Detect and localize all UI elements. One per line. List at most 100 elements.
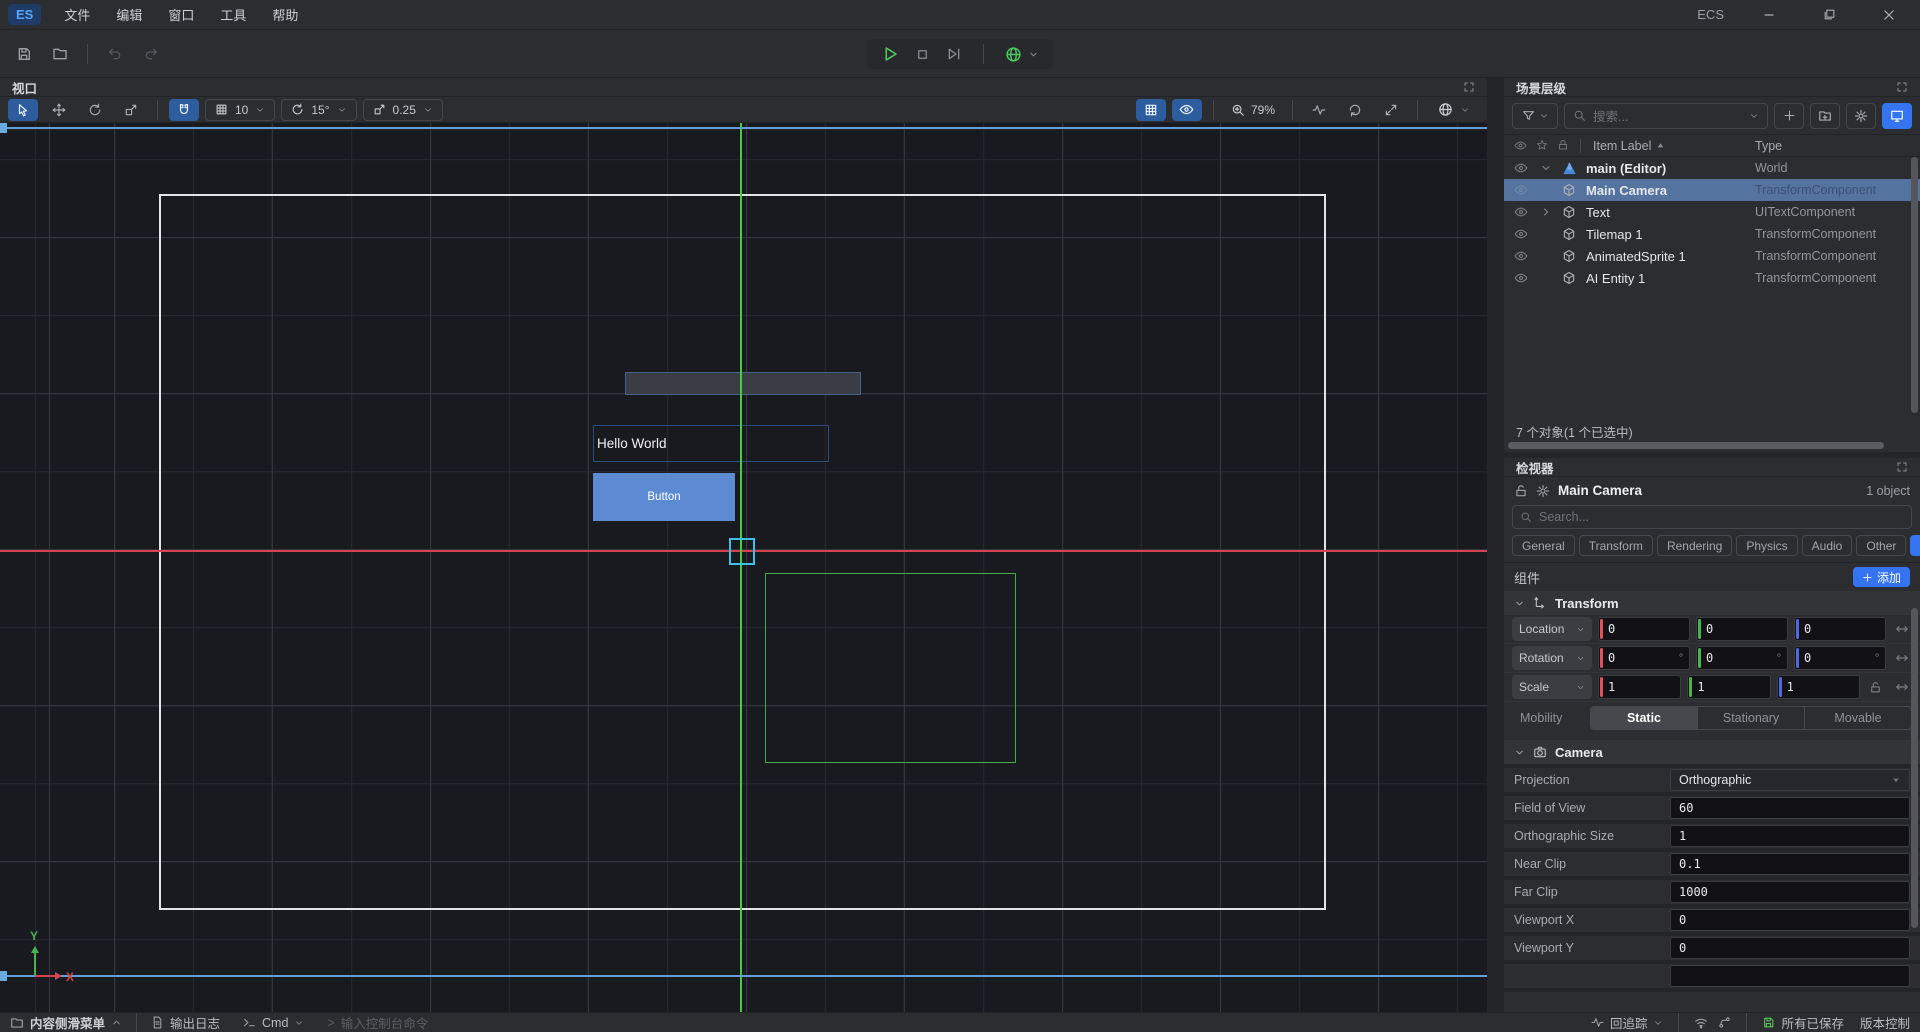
rotation-snap-dropdown[interactable]: 15°	[281, 99, 356, 121]
mobility-static-button[interactable]: Static	[1591, 707, 1697, 729]
scale-snap-dropdown[interactable]: 0.25	[363, 99, 443, 121]
undo-button[interactable]	[101, 41, 129, 67]
tab-other[interactable]: Other	[1856, 535, 1906, 556]
panel-splitter[interactable]	[1487, 78, 1504, 1012]
rotation-dropdown[interactable]: Rotation	[1512, 646, 1592, 670]
tree-row-main[interactable]: main (Editor) World	[1504, 157, 1920, 179]
inspector-vertical-scrollbar[interactable]	[1911, 608, 1918, 928]
location-dropdown[interactable]: Location	[1512, 617, 1592, 641]
transform-section-header[interactable]: Transform	[1504, 591, 1920, 615]
tab-transform[interactable]: Transform	[1579, 535, 1653, 556]
scale-tool-button[interactable]	[116, 99, 146, 121]
version-control-button[interactable]: 版本控制	[1860, 1013, 1910, 1032]
menu-window[interactable]: 窗口	[155, 1, 207, 28]
visibility-icon[interactable]	[1514, 183, 1528, 197]
tab-rendering[interactable]: Rendering	[1657, 535, 1732, 556]
redo-button[interactable]	[137, 41, 165, 67]
ruler-handle-top[interactable]	[0, 123, 7, 133]
content-drawer-button[interactable]: 内容侧滑菜单	[10, 1013, 122, 1032]
field-of-view-field[interactable]: 60	[1670, 797, 1910, 819]
tab-physics[interactable]: Physics	[1736, 535, 1797, 556]
step-button[interactable]	[946, 46, 962, 62]
visibility-icon[interactable]	[1514, 249, 1528, 263]
zoom-indicator[interactable]: 79%	[1225, 103, 1281, 117]
chevron-right-icon[interactable]	[1540, 206, 1552, 218]
tree-row-ai-entity[interactable]: AI Entity 1 TransformComponent	[1504, 267, 1920, 289]
tab-general[interactable]: General	[1512, 535, 1575, 556]
tree-row-main-camera[interactable]: Main Camera TransformComponent	[1504, 179, 1920, 201]
hierarchy-expand-icon[interactable]	[1896, 81, 1908, 93]
scale-dropdown[interactable]: Scale	[1512, 675, 1592, 699]
tree-row-tilemap[interactable]: Tilemap 1 TransformComponent	[1504, 223, 1920, 245]
viewport-expand-icon[interactable]	[1463, 81, 1475, 93]
location-z-field[interactable]: 0	[1794, 617, 1886, 641]
scene-ui-button[interactable]: Button	[593, 473, 735, 521]
scale-y-field[interactable]: 1	[1687, 675, 1770, 699]
link-axes-icon[interactable]	[1892, 651, 1912, 665]
hierarchy-column-header[interactable]: Item Label Type	[1504, 135, 1920, 157]
fullscreen-button[interactable]	[1376, 99, 1406, 121]
viewport-y-field[interactable]: 0	[1670, 937, 1910, 959]
camera-section-header[interactable]: Camera	[1504, 740, 1920, 764]
visibility-toggle-button[interactable]	[1172, 99, 1202, 121]
scale-x-field[interactable]: 1	[1598, 675, 1681, 699]
text-entity-box[interactable]: Hello World	[593, 425, 829, 462]
uniform-scale-lock-icon[interactable]	[1866, 681, 1886, 694]
mobility-stationary-button[interactable]: Stationary	[1697, 707, 1804, 729]
partial-field[interactable]	[1670, 965, 1910, 987]
grid-snap-dropdown[interactable]: 10	[205, 99, 275, 121]
add-component-button[interactable]: 添加	[1853, 567, 1910, 587]
inspector-expand-icon[interactable]	[1896, 461, 1908, 473]
rotation-x-field[interactable]: 0°	[1598, 646, 1690, 670]
grid-toggle-button[interactable]	[1136, 99, 1166, 121]
orthographic-size-field[interactable]: 1	[1670, 825, 1910, 847]
view-mode-dropdown[interactable]	[1429, 99, 1479, 121]
add-entity-button[interactable]	[1774, 103, 1804, 129]
viewport-x-field[interactable]: 0	[1670, 909, 1910, 931]
visibility-icon[interactable]	[1514, 161, 1528, 175]
far-clip-field[interactable]: 1000	[1670, 881, 1910, 903]
network-status-icon[interactable]	[1694, 1016, 1708, 1030]
snap-toggle-button[interactable]	[169, 99, 199, 121]
near-clip-field[interactable]: 0.1	[1670, 853, 1910, 875]
link-axes-icon[interactable]	[1892, 622, 1912, 636]
visibility-icon[interactable]	[1514, 271, 1528, 285]
output-log-button[interactable]: 输出日志	[151, 1013, 220, 1032]
tree-row-text[interactable]: Text UITextComponent	[1504, 201, 1920, 223]
projection-select[interactable]: Orthographic	[1670, 769, 1910, 791]
trace-dropdown[interactable]: 回追踪	[1591, 1013, 1664, 1032]
scene-canvas[interactable]: Hello World Button Y X	[0, 123, 1487, 1012]
visibility-icon[interactable]	[1514, 227, 1528, 241]
console-command-input[interactable]: > 输入控制台命令	[327, 1013, 428, 1032]
stop-button[interactable]	[915, 47, 930, 62]
hierarchy-vertical-scrollbar[interactable]	[1911, 157, 1918, 413]
inspector-search-input[interactable]: Search...	[1512, 505, 1912, 529]
app-logo[interactable]: ES	[8, 4, 41, 25]
add-folder-button[interactable]	[1810, 103, 1840, 129]
maximize-button[interactable]	[1814, 3, 1844, 27]
location-y-field[interactable]: 0	[1696, 617, 1788, 641]
rotate-tool-button[interactable]	[80, 99, 110, 121]
reset-view-button[interactable]	[1340, 99, 1370, 121]
chevron-down-icon[interactable]	[1540, 162, 1552, 174]
menu-file[interactable]: 文件	[51, 1, 103, 28]
hierarchy-horizontal-scrollbar[interactable]	[1506, 441, 1918, 450]
scale-z-field[interactable]: 1	[1777, 675, 1860, 699]
link-axes-icon[interactable]	[1892, 680, 1912, 694]
stats-button[interactable]	[1304, 99, 1334, 121]
minimize-button[interactable]	[1754, 3, 1784, 27]
gear-icon[interactable]	[1536, 484, 1550, 498]
menu-help[interactable]: 帮助	[259, 1, 311, 28]
source-control-branch-icon[interactable]	[1718, 1016, 1731, 1029]
rotation-y-field[interactable]: 0°	[1696, 646, 1788, 670]
hierarchy-search-input[interactable]: 搜索...	[1564, 103, 1768, 129]
save-status[interactable]: 所有已保存	[1762, 1013, 1844, 1032]
close-button[interactable]	[1874, 3, 1904, 27]
lock-icon[interactable]	[1514, 484, 1528, 498]
rotation-z-field[interactable]: 0°	[1794, 646, 1886, 670]
tab-all[interactable]: All	[1910, 535, 1920, 556]
visibility-icon[interactable]	[1514, 205, 1528, 219]
tab-audio[interactable]: Audio	[1802, 535, 1853, 556]
ruler-handle-bottom[interactable]	[0, 971, 7, 981]
filter-dropdown[interactable]	[1512, 103, 1558, 129]
